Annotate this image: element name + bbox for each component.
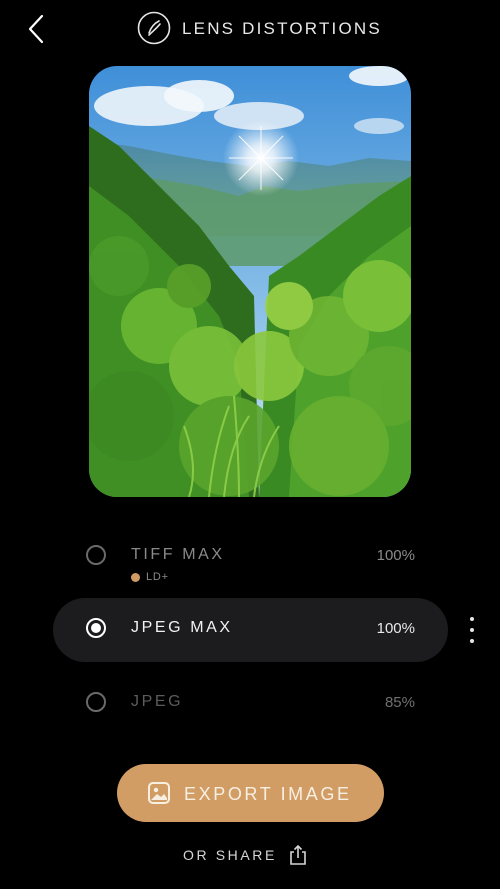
export-option-tiff-max[interactable]: TIFF MAX LD+ 100%	[53, 525, 448, 589]
radio-button[interactable]	[86, 545, 106, 565]
image-icon	[148, 782, 170, 804]
option-quality: 85%	[384, 694, 415, 711]
more-vertical-icon	[470, 617, 474, 621]
chevron-left-icon	[28, 14, 44, 44]
option-quality: 100%	[376, 547, 415, 564]
export-option-jpeg-max[interactable]: JPEG MAX 100%	[53, 598, 448, 662]
badge-label: LD+	[146, 571, 169, 583]
lens-distortions-logo	[137, 11, 171, 45]
share-label: OR SHARE	[183, 847, 277, 863]
image-preview	[89, 66, 411, 497]
share-button[interactable]: OR SHARE	[183, 842, 307, 868]
landscape-photo	[89, 66, 411, 497]
back-button[interactable]	[18, 10, 54, 48]
option-quality: 100%	[376, 620, 415, 637]
share-icon	[290, 844, 306, 865]
option-label: JPEG MAX	[131, 619, 233, 636]
more-options-button[interactable]	[462, 617, 482, 643]
app-title: LENS DISTORTIONS	[182, 19, 382, 38]
option-label: TIFF MAX	[131, 546, 225, 563]
export-label: EXPORT IMAGE	[184, 784, 352, 804]
badge-dot-icon	[131, 572, 140, 582]
radio-button[interactable]	[86, 692, 106, 712]
export-image-button[interactable]: EXPORT IMAGE	[117, 764, 384, 822]
ld-plus-badge: LD+	[131, 571, 169, 583]
radio-button[interactable]	[86, 618, 106, 638]
option-label: JPEG	[131, 693, 184, 710]
export-option-jpeg[interactable]: JPEG 85%	[53, 672, 448, 736]
